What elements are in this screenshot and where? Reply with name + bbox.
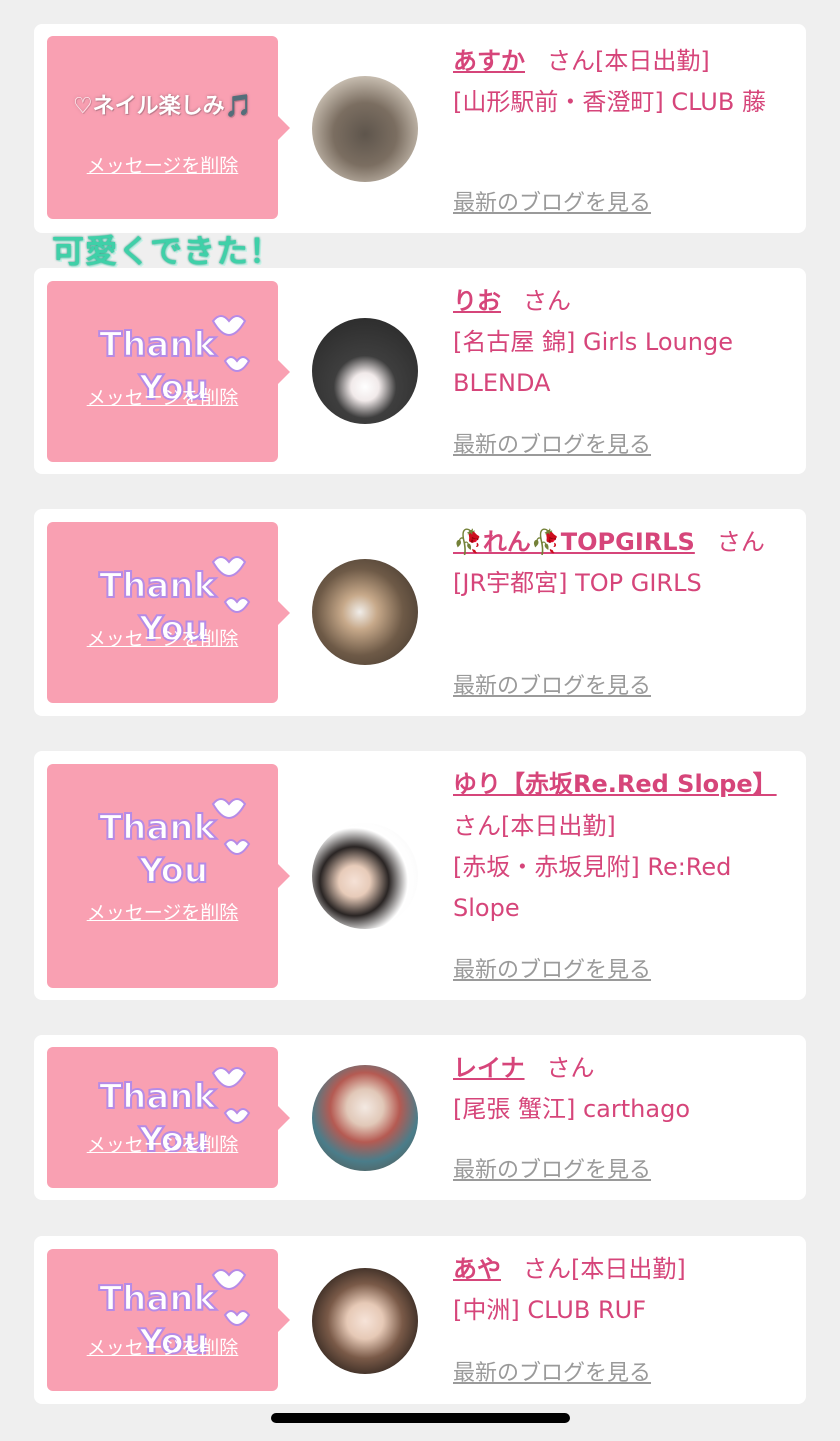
delete-message-link[interactable]: メッセージを削除: [47, 624, 278, 651]
girl-name-link[interactable]: あや: [453, 1255, 501, 1283]
profile-info: 🥀れん🥀TOPGIRLS さん [JR宇都宮] TOP GIRLS 最新のブログを…: [453, 521, 783, 711]
honorific: さん: [716, 528, 765, 556]
shop-label: [赤坂・赤坂見附] Re:Red Slope: [453, 853, 732, 922]
delete-message-link[interactable]: メッセージを削除: [47, 1130, 278, 1157]
avatar[interactable]: [312, 559, 418, 665]
honorific: さん: [523, 287, 571, 315]
shop-label: [中洲] CLUB RUF: [453, 1296, 646, 1324]
profile-info: あや さん[本日出勤] [中洲] CLUB RUF 最新のブログを見る: [453, 1248, 783, 1398]
avatar[interactable]: [312, 1268, 418, 1374]
message-bubble: Thank You メッセージを削除: [47, 522, 290, 703]
svg-text:Thank: Thank: [99, 808, 218, 848]
message-bubble: ♡ネイル楽しみ🎵 メッセージを削除: [47, 36, 290, 219]
girl-name-link[interactable]: りお: [453, 287, 501, 315]
message-text: ♡ネイル楽しみ🎵: [72, 94, 253, 119]
avatar[interactable]: [312, 823, 418, 929]
shop-label: [山形駅前・香澄町] CLUB 藤: [453, 88, 766, 116]
message-card: ♡ネイル楽しみ🎵 メッセージを削除 あすか さん[本日出勤] [山形駅前・香澄町]…: [34, 24, 806, 233]
latest-blog-link[interactable]: 最新のブログを見る: [453, 427, 651, 459]
svg-text:Thank: Thank: [99, 1279, 218, 1319]
message-card: Thank You メッセージを削除 レイナ さん [尾張 蟹江] carthag…: [34, 1035, 806, 1200]
latest-blog-link[interactable]: 最新のブログを見る: [453, 668, 651, 700]
avatar[interactable]: [312, 318, 418, 424]
latest-blog-link[interactable]: 最新のブログを見る: [453, 952, 651, 984]
delete-message-link[interactable]: メッセージを削除: [47, 383, 278, 410]
shop-label: [尾張 蟹江] carthago: [453, 1095, 690, 1123]
latest-blog-link[interactable]: 最新のブログを見る: [453, 1355, 651, 1387]
status-label: [本日出勤]: [571, 1255, 686, 1283]
sticker-text: 可愛くできた！: [52, 232, 283, 270]
message-bubble: Thank You メッセージを削除: [47, 281, 290, 462]
thank-you-sticker: Thank You: [98, 798, 251, 892]
profile-info: あすか さん[本日出勤] [山形駅前・香澄町] CLUB 藤 最新のブログを見る: [453, 40, 783, 230]
svg-text:Thank: Thank: [99, 325, 218, 365]
delete-message-link[interactable]: メッセージを削除: [47, 151, 278, 178]
svg-text:Thank: Thank: [99, 1077, 218, 1117]
honorific: さん: [523, 1255, 571, 1283]
svg-text:You: You: [138, 851, 208, 891]
girl-name-link[interactable]: あすか: [453, 47, 525, 75]
svg-text:Thank: Thank: [99, 566, 218, 606]
message-bubble: Thank You メッセージを削除: [47, 1249, 290, 1391]
message-card: Thank You メッセージを削除 🥀れん🥀TOPGIRLS さん [JR宇都宮…: [34, 509, 806, 716]
profile-info: りお さん [名古屋 錦] Girls Lounge BLENDA 最新のブログを…: [453, 280, 783, 470]
delete-message-link[interactable]: メッセージを削除: [47, 898, 278, 925]
status-label: [本日出勤]: [501, 812, 616, 840]
avatar[interactable]: [312, 76, 418, 182]
girl-name-link[interactable]: レイナ: [453, 1054, 525, 1082]
honorific: さん: [453, 812, 501, 840]
message-card: Thank You メッセージを削除 ゆり【赤坂Re.Red Slope】さん[…: [34, 751, 806, 1000]
girl-name-link[interactable]: ゆり【赤坂Re.Red Slope】: [453, 770, 777, 798]
profile-info: レイナ さん [尾張 蟹江] carthago 最新のブログを見る: [453, 1047, 783, 1197]
status-label: [本日出勤]: [595, 47, 710, 75]
home-indicator[interactable]: [271, 1413, 570, 1423]
latest-blog-link[interactable]: 最新のブログを見る: [453, 185, 651, 217]
profile-info: ゆり【赤坂Re.Red Slope】さん[本日出勤] [赤坂・赤坂見附] Re:…: [453, 763, 783, 998]
shop-label: [JR宇都宮] TOP GIRLS: [453, 569, 702, 597]
message-card: Thank You メッセージを削除 あや さん[本日出勤] [中洲] CLUB …: [34, 1236, 806, 1404]
shop-label: [名古屋 錦] Girls Lounge BLENDA: [453, 328, 733, 397]
message-bubble: Thank You メッセージを削除: [47, 1047, 290, 1188]
girl-name-link[interactable]: 🥀れん🥀TOPGIRLS: [453, 528, 695, 556]
avatar[interactable]: [312, 1065, 418, 1171]
latest-blog-link[interactable]: 最新のブログを見る: [453, 1152, 651, 1184]
honorific: さん: [546, 1054, 595, 1082]
honorific: さん: [547, 47, 595, 75]
message-bubble: Thank You メッセージを削除: [47, 764, 290, 988]
delete-message-link[interactable]: メッセージを削除: [47, 1333, 278, 1360]
message-card: Thank You メッセージを削除 りお さん [名古屋 錦] Girls Lo…: [34, 268, 806, 474]
